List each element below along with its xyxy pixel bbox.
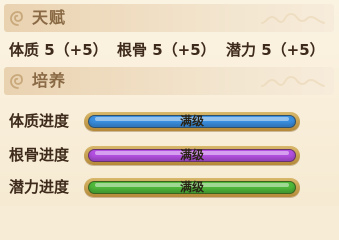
section-header-training: 培养: [4, 67, 334, 95]
talent-constitution: 体质 5（+5）: [9, 41, 108, 59]
progress-bar-constitution: 满级: [84, 112, 300, 131]
section-title-talent: 天赋: [32, 8, 67, 27]
talent-bone: 根骨 5（+5）: [117, 41, 216, 59]
progress-label-bone: 根骨进度: [9, 146, 70, 164]
talent-values-row: 体质 5（+5） 根骨 5（+5） 潜力 5（+5）: [9, 40, 334, 60]
section-title-training: 培养: [32, 71, 67, 90]
progress-label-constitution: 体质进度: [9, 112, 70, 130]
swirl-ornament-icon: [10, 74, 23, 89]
progress-status-bone: 满级: [179, 148, 204, 162]
progress-bar-bone: 满级: [84, 146, 300, 165]
progress-status-constitution: 满级: [179, 114, 204, 128]
progress-status-potential: 满级: [179, 180, 204, 194]
talent-potential: 潜力 5（+5）: [226, 41, 325, 59]
progress-label-potential: 潜力进度: [9, 178, 70, 196]
cloud-ornament-icon: [261, 12, 325, 24]
attribute-panel: 天赋 体质 5（+5） 根骨 5（+5） 潜力 5（+5） 培养 体质进度 满级…: [0, 0, 339, 206]
progress-bar-potential: 满级: [84, 178, 300, 197]
cloud-ornament-icon: [261, 75, 325, 87]
swirl-ornament-icon: [10, 11, 23, 26]
section-header-talent: 天赋: [4, 4, 334, 32]
